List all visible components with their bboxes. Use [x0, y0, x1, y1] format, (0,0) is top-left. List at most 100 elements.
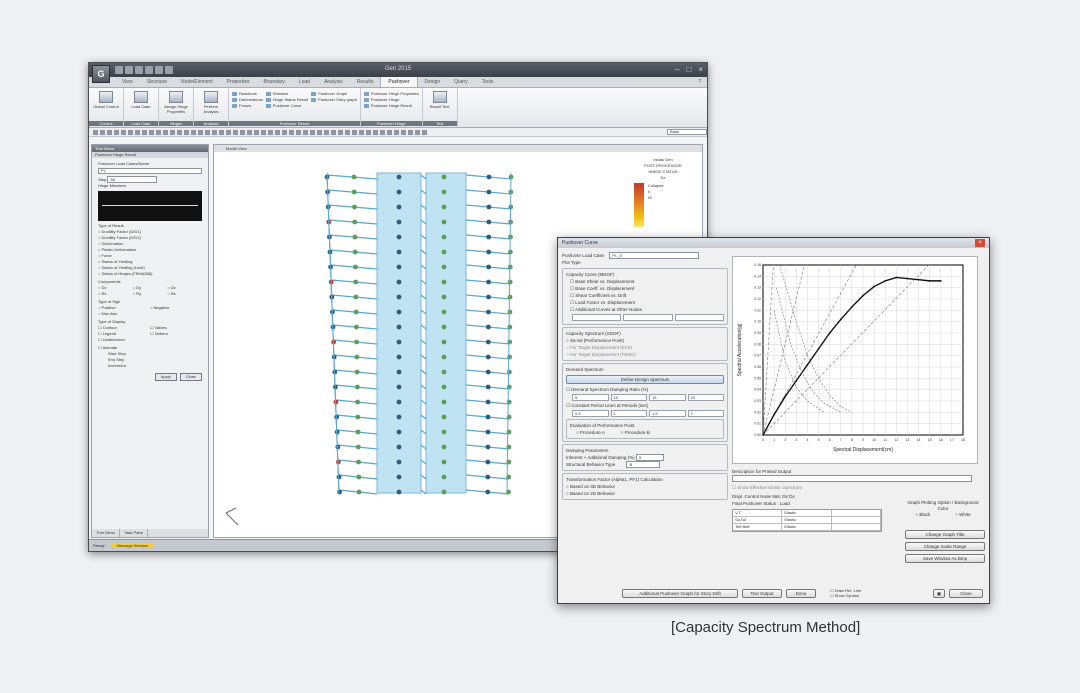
- toolbar-icon[interactable]: [254, 129, 259, 135]
- hinge-marker[interactable]: [506, 384, 512, 390]
- hinge-marker[interactable]: [486, 219, 492, 225]
- hinge-marker[interactable]: [486, 279, 491, 285]
- hinge-marker[interactable]: [486, 204, 492, 210]
- app-logo-icon[interactable]: G: [92, 65, 110, 83]
- hinge-marker[interactable]: [354, 354, 360, 360]
- tab-tools[interactable]: Tools: [475, 77, 501, 87]
- toolbar-icon[interactable]: [226, 129, 231, 135]
- ribbon-list-item[interactable]: Reactions: [232, 91, 263, 96]
- beam-element[interactable]: [420, 459, 427, 465]
- toolbar-icon[interactable]: [387, 129, 392, 135]
- hinge-marker[interactable]: [441, 339, 447, 345]
- toolbar-icon[interactable]: [422, 129, 427, 135]
- hinge-marker[interactable]: [441, 204, 447, 210]
- signs-option[interactable]: Negative: [150, 305, 202, 311]
- toolbar-icon[interactable]: [415, 129, 420, 135]
- beam-element[interactable]: [420, 399, 427, 405]
- damping-value-input[interactable]: 20: [687, 394, 724, 401]
- hinge-marker[interactable]: [354, 324, 359, 330]
- hinge-marker[interactable]: [507, 294, 513, 300]
- toolbar-icon[interactable]: [268, 129, 273, 135]
- hinge-marker[interactable]: [441, 474, 447, 480]
- sdof-opts-option[interactable]: For Target Displacement (EC8): [566, 344, 724, 351]
- hinge-marker[interactable]: [441, 324, 447, 330]
- hinge-marker[interactable]: [441, 279, 447, 285]
- hinge-marker[interactable]: [353, 294, 359, 300]
- hinge-marker[interactable]: [396, 294, 402, 300]
- hinge-marker[interactable]: [441, 174, 447, 180]
- tab-pushover[interactable]: Pushover: [380, 76, 418, 87]
- hinge-marker[interactable]: [396, 459, 402, 465]
- damping-value-input[interactable]: 10: [610, 394, 647, 401]
- hinge-marker[interactable]: [441, 354, 447, 360]
- hinge-marker[interactable]: [506, 399, 512, 405]
- based-2d-radio[interactable]: Based on 2D Behavior: [566, 490, 724, 497]
- toolbar-icon[interactable]: [100, 129, 105, 135]
- capacity-spectrum-plot[interactable]: 0 1 2 3 4 5 6 7 8 9 10 11 12 13 14 15 16 17 18 0.00 0.01 0.02…: [732, 256, 978, 464]
- toolbar-icon[interactable]: [205, 129, 210, 135]
- hinge-marker[interactable]: [441, 444, 447, 450]
- mdof-opts-option[interactable]: Shear Coefficient vs. Drift: [566, 292, 724, 299]
- done-button[interactable]: Done: [786, 588, 816, 598]
- beam-element[interactable]: [420, 279, 427, 285]
- toolbar-icon[interactable]: [107, 129, 112, 135]
- tab-load[interactable]: Load: [292, 77, 317, 87]
- period-value-input[interactable]: 0.5: [572, 410, 609, 417]
- hinge-marker[interactable]: [485, 429, 491, 435]
- tab-view[interactable]: View: [115, 77, 140, 87]
- beam-element[interactable]: [420, 219, 427, 225]
- message-window-tab[interactable]: Message Window: [110, 543, 155, 548]
- hinge-marker[interactable]: [354, 339, 360, 345]
- close-icon[interactable]: ×: [975, 239, 985, 247]
- hinge-marker[interactable]: [396, 444, 402, 450]
- hinge-marker[interactable]: [353, 264, 358, 270]
- load-case-select[interactable]: PL: [98, 168, 202, 174]
- hinge-marker[interactable]: [336, 474, 342, 480]
- secondary-toolbar[interactable]: Base: [89, 128, 707, 137]
- hinge-marker[interactable]: [485, 354, 491, 360]
- hinge-marker[interactable]: [354, 384, 360, 390]
- toolbar-icon[interactable]: [408, 129, 413, 135]
- toolbar-icon[interactable]: [149, 129, 154, 135]
- beam-element[interactable]: [420, 189, 427, 195]
- hinge-marker[interactable]: [396, 174, 402, 180]
- toolbar-icon[interactable]: [303, 129, 308, 135]
- toolbar-icon[interactable]: [338, 129, 343, 135]
- toolbar-icon[interactable]: [240, 129, 245, 135]
- signs-option[interactable]: Max Abs: [98, 311, 150, 317]
- display-opts-option[interactable]: Deform: [150, 331, 202, 337]
- hinge-marker[interactable]: [486, 234, 492, 240]
- hinge-marker[interactable]: [441, 384, 447, 390]
- hinge-marker[interactable]: [507, 279, 513, 285]
- hinge-marker[interactable]: [441, 189, 447, 195]
- change-graph-title-button[interactable]: Change Graph Title: [905, 530, 985, 539]
- tab-model-view[interactable]: Model View: [214, 145, 702, 152]
- hinge-marker[interactable]: [396, 249, 402, 255]
- toolbar-icon[interactable]: [324, 129, 329, 135]
- hinge-marker[interactable]: [486, 294, 491, 300]
- mdof-opts-option[interactable]: Load Factor vs. Displacement: [566, 299, 724, 306]
- ribbon-list-item[interactable]: Pushover Hinge Properties: [364, 91, 419, 96]
- beam-element[interactable]: [420, 444, 427, 450]
- beam-element[interactable]: [420, 354, 427, 360]
- toolbar-icon[interactable]: [163, 129, 168, 135]
- beam-element[interactable]: [420, 429, 427, 435]
- toolbar-icon[interactable]: [170, 129, 175, 135]
- hinge-marker[interactable]: [396, 324, 402, 330]
- beam-element[interactable]: [420, 249, 427, 255]
- ribbon-list-item[interactable]: Pushover Curve: [266, 103, 308, 108]
- toolbar-icon[interactable]: [114, 129, 119, 135]
- toolbar-icon[interactable]: [135, 129, 140, 135]
- hinge-marker[interactable]: [353, 309, 359, 315]
- hinge-marker[interactable]: [486, 174, 492, 180]
- toolbar-icon[interactable]: [366, 129, 371, 135]
- ribbon-list-item[interactable]: Stresses: [266, 91, 308, 96]
- hinge-marker[interactable]: [507, 354, 512, 360]
- hinge-marker[interactable]: [396, 309, 402, 315]
- bg-black-radio[interactable]: Black: [915, 512, 930, 518]
- hinge-marker[interactable]: [356, 489, 362, 495]
- toolbar-icon[interactable]: [177, 129, 182, 135]
- toolbar-icon[interactable]: [345, 129, 350, 135]
- components-option[interactable]: Ry: [133, 291, 168, 297]
- hinge-marker[interactable]: [396, 354, 402, 360]
